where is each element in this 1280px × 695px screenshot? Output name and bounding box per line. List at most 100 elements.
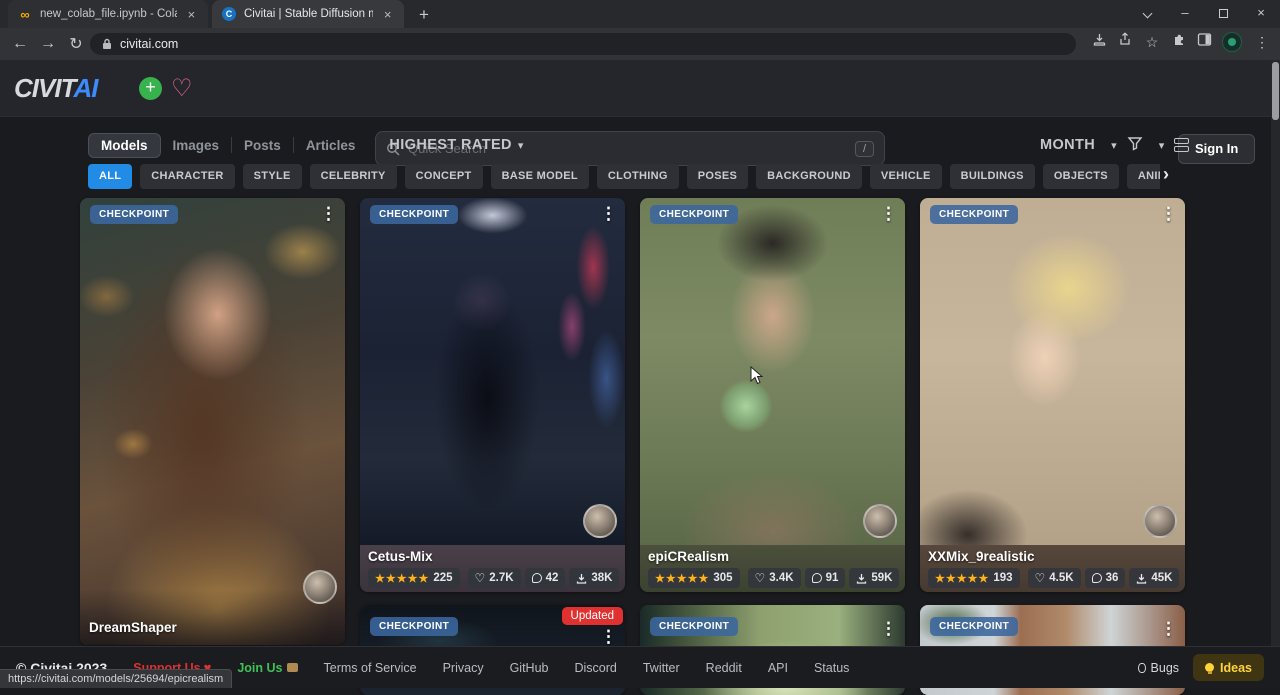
star-icons: ★★★★★ bbox=[935, 572, 989, 585]
mouse-cursor bbox=[750, 366, 764, 391]
rating-pill: ★★★★★225 bbox=[368, 568, 460, 588]
footer-link-privacy[interactable]: Privacy bbox=[443, 661, 484, 675]
footer-link-tos[interactable]: Terms of Service bbox=[324, 661, 417, 675]
card-menu-icon[interactable]: ⋮ bbox=[880, 619, 897, 639]
reload-icon[interactable]: ↻ bbox=[62, 34, 90, 54]
filter-funnel-icon[interactable] bbox=[1127, 135, 1143, 156]
rating-pill: ★★★★★305 bbox=[648, 568, 740, 588]
model-card-cetus-mix[interactable]: CHECKPOINT ⋮ Cetus-Mix ★★★★★225 ♡2.7K 42… bbox=[360, 198, 625, 592]
tab-search-icon[interactable] bbox=[1128, 0, 1166, 28]
category-scroll-right-icon[interactable]: › bbox=[1163, 164, 1169, 185]
downloads-pill: 59K bbox=[849, 568, 899, 588]
card-menu-icon[interactable]: ⋮ bbox=[320, 204, 337, 224]
download-icon bbox=[576, 573, 587, 584]
search-shortcut-key: / bbox=[855, 141, 874, 157]
creator-avatar[interactable] bbox=[863, 504, 897, 538]
sign-in-button[interactable]: Sign In bbox=[1178, 134, 1255, 164]
page-scrollbar[interactable] bbox=[1271, 60, 1280, 688]
download-page-icon[interactable] bbox=[1092, 32, 1107, 52]
category-chip[interactable]: BUILDINGS bbox=[950, 164, 1035, 189]
creator-avatar[interactable] bbox=[303, 570, 337, 604]
favorites-heart-icon[interactable]: ♡ bbox=[171, 74, 193, 103]
restore-button[interactable] bbox=[1204, 0, 1242, 28]
card-menu-icon[interactable]: ⋮ bbox=[600, 627, 617, 647]
rating-count: 305 bbox=[713, 572, 732, 584]
minimize-button[interactable]: – bbox=[1166, 0, 1204, 28]
bugs-button[interactable]: Bugs bbox=[1138, 661, 1180, 675]
category-chip[interactable]: CHARACTER bbox=[140, 164, 234, 189]
category-chip[interactable]: STYLE bbox=[243, 164, 302, 189]
model-name: DreamShaper bbox=[89, 620, 177, 635]
footer-link-join[interactable]: Join Us bbox=[237, 661, 297, 675]
comments-pill: 36 bbox=[1085, 568, 1126, 588]
footer-link-status[interactable]: Status bbox=[814, 661, 849, 675]
checkpoint-badge: CHECKPOINT bbox=[90, 205, 178, 224]
model-card-xxmix[interactable]: CHECKPOINT ⋮ XXMix_9realistic ★★★★★193 ♡… bbox=[920, 198, 1185, 592]
creator-avatar[interactable] bbox=[583, 504, 617, 538]
browser-toolbar: ← → ↻ civitai.com ☆ ⋮ bbox=[0, 28, 1280, 60]
category-chip[interactable]: BACKGROUND bbox=[756, 164, 862, 189]
bookmark-star-icon[interactable]: ☆ bbox=[1142, 34, 1162, 51]
footer-link-github[interactable]: GitHub bbox=[510, 661, 549, 675]
category-chip[interactable]: VEHICLE bbox=[870, 164, 942, 189]
tab-posts[interactable]: Posts bbox=[232, 134, 293, 157]
tab-articles[interactable]: Articles bbox=[294, 134, 368, 157]
lock-icon bbox=[102, 38, 112, 50]
comments-count: 91 bbox=[826, 572, 839, 584]
scrollbar-thumb[interactable] bbox=[1272, 62, 1279, 120]
category-chip[interactable]: CLOTHING bbox=[597, 164, 679, 189]
downloads-pill: 38K bbox=[569, 568, 619, 588]
model-name: Cetus-Mix bbox=[368, 549, 617, 564]
tab-models[interactable]: Models bbox=[88, 133, 161, 158]
back-icon[interactable]: ← bbox=[6, 35, 34, 53]
category-chip[interactable]: POSES bbox=[687, 164, 748, 189]
close-window-button[interactable]: × bbox=[1242, 0, 1280, 28]
layout-toggle-icon[interactable] bbox=[1174, 136, 1189, 154]
downloads-count: 45K bbox=[1151, 572, 1172, 584]
card-menu-icon[interactable]: ⋮ bbox=[1160, 204, 1177, 224]
model-card-dreamshaper[interactable]: CHECKPOINT ⋮ DreamShaper bbox=[80, 198, 345, 645]
category-chip[interactable]: OBJECTS bbox=[1043, 164, 1119, 189]
card-menu-icon[interactable]: ⋮ bbox=[1160, 619, 1177, 639]
extensions-icon[interactable] bbox=[1172, 32, 1187, 52]
forward-icon[interactable]: → bbox=[34, 35, 62, 53]
create-plus-button[interactable]: + bbox=[139, 77, 162, 100]
side-panel-icon[interactable] bbox=[1197, 32, 1212, 52]
footer-link-reddit[interactable]: Reddit bbox=[706, 661, 742, 675]
footer-link-discord[interactable]: Discord bbox=[574, 661, 616, 675]
model-name: XXMix_9realistic bbox=[928, 549, 1177, 564]
model-card-epicrealism[interactable]: CHECKPOINT ⋮ epiCRealism ★★★★★305 ♡3.4K … bbox=[640, 198, 905, 592]
period-dropdown[interactable]: MONTH bbox=[1040, 137, 1095, 153]
category-chip[interactable]: ANIMAL bbox=[1127, 164, 1160, 189]
civitai-logo[interactable]: CIVITAI bbox=[14, 73, 98, 104]
checkpoint-badge: CHECKPOINT bbox=[930, 617, 1018, 636]
footer-link-twitter[interactable]: Twitter bbox=[643, 661, 680, 675]
address-text: civitai.com bbox=[120, 37, 178, 51]
comment-icon bbox=[532, 573, 542, 583]
category-chip[interactable]: BASE MODEL bbox=[491, 164, 589, 189]
tab-close-icon[interactable]: × bbox=[185, 7, 198, 22]
card-menu-icon[interactable]: ⋮ bbox=[880, 204, 897, 224]
address-bar[interactable]: civitai.com bbox=[90, 33, 1076, 55]
tab-close-icon[interactable]: × bbox=[381, 7, 394, 22]
category-chip-all[interactable]: ALL bbox=[88, 164, 132, 189]
creator-avatar[interactable] bbox=[1143, 504, 1177, 538]
category-chip[interactable]: CONCEPT bbox=[405, 164, 483, 189]
civitai-favicon: C bbox=[222, 7, 236, 21]
browser-menu-icon[interactable]: ⋮ bbox=[1252, 34, 1272, 51]
tab-title: new_colab_file.ipynb - Colaborat bbox=[40, 8, 177, 20]
comment-icon bbox=[812, 573, 822, 583]
tab-colab[interactable]: ∞ new_colab_file.ipynb - Colaborat × bbox=[8, 0, 208, 28]
sort-dropdown[interactable]: HIGHEST RATED bbox=[389, 137, 512, 153]
tab-images[interactable]: Images bbox=[161, 134, 232, 157]
share-icon[interactable] bbox=[1117, 32, 1132, 52]
footer-link-api[interactable]: API bbox=[768, 661, 788, 675]
profile-avatar[interactable] bbox=[1222, 32, 1242, 52]
ideas-button[interactable]: Ideas bbox=[1193, 654, 1264, 681]
category-chip[interactable]: CELEBRITY bbox=[310, 164, 397, 189]
tab-civitai[interactable]: C Civitai | Stable Diffusion models, × bbox=[212, 0, 404, 28]
chevron-down-icon: ▾ bbox=[1159, 139, 1165, 152]
card-menu-icon[interactable]: ⋮ bbox=[600, 204, 617, 224]
new-tab-button[interactable]: + bbox=[412, 3, 436, 27]
model-name: epiCRealism bbox=[648, 549, 897, 564]
